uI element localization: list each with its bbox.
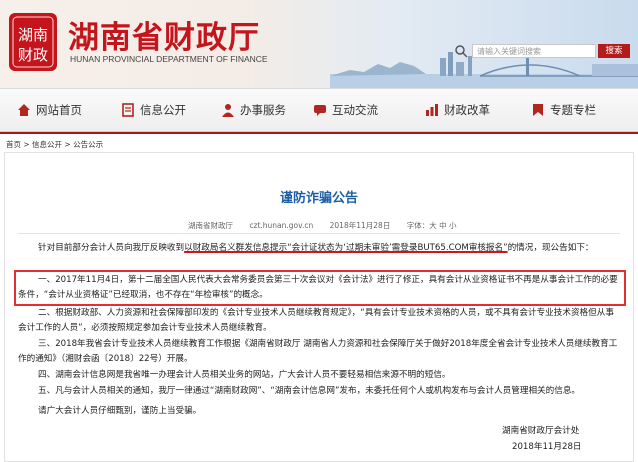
nav-divider <box>0 132 638 134</box>
site-title: 湖南省财政厅 <box>68 20 260 56</box>
nav-label: 网站首页 <box>36 103 82 117</box>
nav-label: 财政改革 <box>444 103 490 117</box>
article-url[interactable]: czt.hunan.gov.cn <box>249 221 313 230</box>
site-header: 湖南 财政 湖南省财政厅 HUNAN PROVINCIAL DEPARTMENT… <box>0 0 638 88</box>
intro-text-a: 针对目前部分会计人员向我厅反映收到 <box>38 243 185 253</box>
article-source: 湖南省财政厅 <box>188 221 233 230</box>
nav-label: 专题专栏 <box>550 103 596 117</box>
paragraph-5-text: 五、凡与会计人员相关的通知，我厅一律通过“湖南财政网”、“湖南会计信息网”发布，… <box>38 386 581 396</box>
nav-label: 信息公开 <box>140 103 186 117</box>
paragraph-1: 一、2017年11月4日，第十二届全国人民代表大会常务委员会第三十次会议对《会计… <box>18 273 620 302</box>
intro-text-highlight: 以财政局名义群发信息提示“会计证状态为‘过期未审验’需登录BUT65.COM审核… <box>184 243 508 253</box>
search-input[interactable]: 请输入关键词搜索 <box>472 44 596 58</box>
nav-item-home[interactable]: 网站首页 <box>16 89 82 131</box>
nav-label: 互动交流 <box>332 103 378 117</box>
page-title: 谨防诈骗公告 <box>279 191 358 206</box>
paragraph-1-text: 一、2017年11月4日，第十二届全国人民代表大会常务委员会第三十次会议对《会计… <box>18 275 618 300</box>
chat-icon <box>314 105 326 116</box>
paragraph-5: 五、凡与会计人员相关的通知，我厅一律通过“湖南财政网”、“湖南会计信息网”发布，… <box>18 384 620 399</box>
paragraph-4-text: 四、湖南会计信息网是我省唯一办理会计人员相关业务的网站，广大会计人员不要轻易相信… <box>38 370 451 380</box>
paragraph-2-text: 二、根据财政部、人力资源和社会保障部印发的《会计专业技术人员继续教育规定》，“具… <box>18 308 614 333</box>
service-icon <box>222 104 234 117</box>
nav-item-info[interactable]: 信息公开 <box>120 89 186 131</box>
signature: 湖南省财政厅会计处 <box>502 426 580 436</box>
breadcrumb[interactable]: 首页 > 信息公开 > 公告公示 <box>6 139 103 150</box>
article-meta: 湖南省财政厅 czt.hunan.gov.cn 2018年11月28日 字体：大… <box>188 220 471 231</box>
paragraph-4: 四、湖南会计信息网是我省唯一办理会计人员相关业务的网站，广大会计人员不要轻易相信… <box>18 368 620 383</box>
logo-text-top: 湖南 <box>18 26 48 44</box>
document-icon <box>122 103 134 117</box>
site-subtitle: HUNAN PROVINCIAL DEPARTMENT OF FINANCE <box>70 54 268 64</box>
nav-item-reform[interactable]: 财政改革 <box>424 89 490 131</box>
paragraph-3: 三、2018年我省会计专业技术人员继续教育工作根据《湖南省财政厅 湖南省人力资源… <box>18 337 620 366</box>
nav-item-interact[interactable]: 互动交流 <box>312 89 378 131</box>
divider <box>18 233 620 234</box>
home-icon <box>18 104 30 116</box>
main-nav: 网站首页 信息公开 办事服务 互动交流 财政改革 专题专栏 <box>0 88 638 132</box>
topic-icon <box>533 104 543 116</box>
closing-text: 请广大会计人员仔细甄别，谨防上当受骗。 <box>38 406 202 416</box>
nav-label: 办事服务 <box>240 103 286 117</box>
reform-icon <box>426 104 438 116</box>
signature-date: 2018年11月28日 <box>512 442 582 452</box>
nav-item-service[interactable]: 办事服务 <box>220 89 286 131</box>
paragraph-3-text: 三、2018年我省会计专业技术人员继续教育工作根据《湖南省财政厅 湖南省人力资源… <box>18 339 618 364</box>
intro-paragraph: 针对目前部分会计人员向我厅反映收到以财政局名义群发信息提示“会计证状态为‘过期未… <box>18 241 620 256</box>
closing-paragraph: 请广大会计人员仔细甄别，谨防上当受骗。 <box>18 404 620 419</box>
logo-text-bottom: 财政 <box>18 46 48 64</box>
search-icon <box>455 45 468 58</box>
intro-text-c: 的情况，现公告如下： <box>507 243 594 253</box>
nav-item-topics[interactable]: 专题专栏 <box>530 89 596 131</box>
logo-seal-icon: 湖南 财政 <box>9 13 57 71</box>
paragraph-2: 二、根据财政部、人力资源和社会保障部印发的《会计专业技术人员继续教育规定》，“具… <box>18 306 620 335</box>
search-button[interactable]: 搜索 <box>598 44 630 58</box>
font-size-switch[interactable]: 字体：大 中 小 <box>407 221 457 230</box>
article-date: 2018年11月28日 <box>329 221 391 230</box>
